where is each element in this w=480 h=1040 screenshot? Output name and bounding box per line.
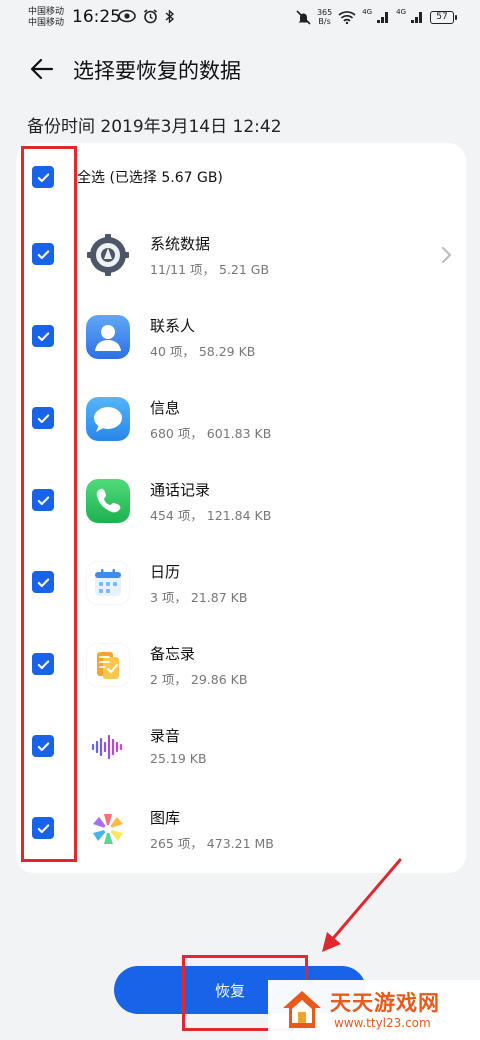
select-all-row[interactable]: 全选 (已选择 5.67 GB) — [16, 143, 466, 213]
chevron-right-icon[interactable] — [440, 246, 452, 264]
system-data-icon — [86, 233, 130, 277]
list-item-contacts[interactable]: 联系人 40 项， 58.29 KB — [16, 295, 466, 377]
list-item-call-log[interactable]: 通话记录 454 项， 121.84 KB — [16, 459, 466, 541]
carrier-2: 中国移动 — [28, 18, 65, 28]
call-log-icon — [86, 479, 130, 523]
status-left-icons — [118, 9, 175, 24]
house-logo-icon — [283, 991, 321, 1028]
item-meta: 680 项， 601.83 KB — [150, 426, 272, 441]
net-speed-value: 365 — [316, 8, 333, 17]
list-item-system-data[interactable]: 系统数据 11/11 项， 5.21 GB — [16, 213, 466, 295]
eye-icon — [118, 9, 136, 23]
item-name: 录音 — [150, 727, 181, 745]
signal-2-icon — [411, 12, 422, 23]
net-speed-unit: B/s — [318, 17, 331, 26]
item-meta: 3 项， 21.87 KB — [150, 590, 248, 605]
status-time: 16:25 — [72, 7, 121, 27]
item-meta: 2 项， 29.86 KB — [150, 672, 248, 687]
item-meta: 40 项， 58.29 KB — [150, 344, 256, 359]
carrier-info: 中国移动 中国移动 — [28, 7, 64, 29]
mute-icon — [296, 9, 311, 25]
select-all-label: 全选 (已选择 5.67 GB) — [77, 170, 223, 186]
item-name: 备忘录 — [150, 645, 196, 663]
recorder-icon — [86, 725, 130, 769]
net-speed: 365 B/s — [317, 8, 332, 26]
list-item-calendar[interactable]: 日历 3 项， 21.87 KB — [16, 541, 466, 623]
wifi-icon — [338, 11, 356, 24]
page-title: 选择要恢复的数据 — [73, 59, 241, 83]
calendar-icon — [86, 561, 130, 605]
watermark-url: www.ttyl23.com — [334, 1016, 431, 1030]
carrier-1: 中国移动 — [28, 7, 65, 17]
signal-2-label: 4G — [396, 8, 406, 16]
notes-icon — [86, 643, 130, 687]
gallery-icon — [86, 807, 130, 851]
list-item-notes[interactable]: 备忘录 2 项， 29.86 KB — [16, 623, 466, 705]
back-arrow-icon[interactable] — [28, 55, 56, 83]
watermark: 天天游戏网 www.ttyl23.com — [268, 980, 480, 1040]
messages-icon — [86, 397, 130, 441]
item-meta: 11/11 项， 5.21 GB — [150, 262, 270, 277]
alarm-icon — [144, 9, 157, 24]
bluetooth-icon — [165, 9, 175, 24]
item-name: 通话记录 — [150, 481, 211, 499]
data-list-card: 全选 (已选择 5.67 GB) 系统数据 11/11 项， 5.21 GB 联… — [16, 143, 466, 873]
item-meta: 25.19 KB — [150, 751, 207, 766]
status-right-icons: 365 B/s 4G 4G 57 — [296, 8, 457, 26]
item-name: 图库 — [150, 809, 181, 827]
signal-1-icon — [377, 12, 389, 23]
watermark-title: 天天游戏网 — [330, 991, 440, 1015]
list-item-messages[interactable]: 信息 680 项， 601.83 KB — [16, 377, 466, 459]
list-item-recorder[interactable]: 录音 25.19 KB — [16, 705, 466, 787]
item-meta: 265 项， 473.21 MB — [150, 836, 274, 851]
item-name: 信息 — [150, 399, 181, 417]
backup-time: 备份时间 2019年3月14日 12:42 — [27, 117, 282, 137]
annotation-arrow-icon — [322, 858, 402, 952]
battery-indicator: 57 — [430, 10, 457, 24]
item-name: 日历 — [150, 563, 181, 581]
signal-1-label: 4G — [362, 8, 373, 16]
annotation-checkbox-highlight — [21, 146, 77, 862]
item-name: 系统数据 — [150, 235, 211, 253]
status-bar: 中国移动 中国移动 16:25 365 B/s 4G 4G 57 — [0, 0, 480, 36]
item-meta: 454 项， 121.84 KB — [150, 508, 272, 523]
item-name: 联系人 — [150, 317, 196, 335]
contacts-icon — [86, 315, 130, 359]
